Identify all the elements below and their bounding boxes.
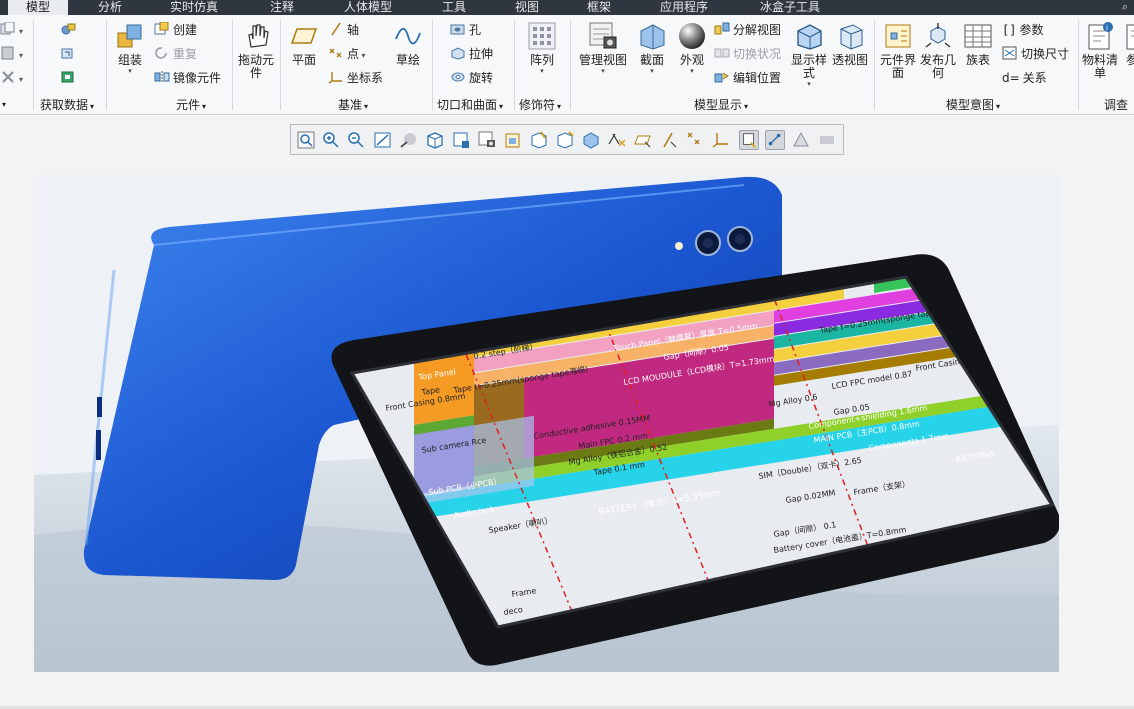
graphics-viewport[interactable]: 0.2 step（阶梯） Touch Panel（触摸屏）厚度 T=0.5mm … [34,175,1059,672]
ribbon-tab-bar: 模型 分析 实时仿真 注释 人体模型 工具 视图 框架 应用程序 冰盒子工具 ⌕ [0,0,1134,15]
appearance-gallery-icon[interactable] [581,130,601,150]
repeat-button[interactable]: 重复 [154,45,197,63]
repaint-icon[interactable] [373,130,393,150]
delete-icon[interactable]: ▾ [0,69,23,87]
group-cut-surface-label: 切口和曲面 ▾ [437,98,504,112]
tab-tools[interactable]: 工具 [442,0,466,15]
user-defined-feature-icon[interactable] [60,21,79,39]
group-modifiers-label: 修饰符 ▾ [519,98,562,112]
family-table-button[interactable]: 族表 [956,21,1000,67]
parameters-button[interactable]: [] 参数 [1002,21,1043,39]
point-display-icon[interactable] [685,130,705,150]
tab-annotate[interactable]: 注释 [270,0,294,15]
mirror-component-button[interactable]: 镜像元件 [154,69,221,87]
assemble-button[interactable]: 组装 ▾ [108,21,152,75]
appearance-button[interactable]: 外观 ▾ [670,21,714,75]
publish-geometry-button[interactable]: 发布几何 [916,21,960,80]
group-components-label: 元件 ▾ [176,98,207,112]
coordinate-system-button[interactable]: 坐标系 [328,69,383,87]
display-style-icon[interactable] [425,130,445,150]
pattern-button[interactable]: 阵列 ▾ [520,21,564,75]
manage-views-button[interactable]: 管理视图 ▾ [578,21,628,75]
tab-icebox-tools[interactable]: 冰盒子工具 [760,0,820,15]
saved-orientations-icon[interactable] [451,130,471,150]
perspective-button[interactable]: 透视图 [830,21,870,67]
explode-icon[interactable] [555,130,575,150]
csys-display-icon[interactable] [711,130,731,150]
graphics-toolbar [290,124,844,155]
group-get-data-label: 获取数据 ▾ [40,98,95,112]
copy-icon[interactable]: ▾ [0,21,23,39]
display-style-button[interactable]: 显示样式 ▾ [786,21,832,88]
app-window: 模型 分析 实时仿真 注释 人体模型 工具 视图 框架 应用程序 冰盒子工具 ⌕… [0,0,1134,709]
relations-button[interactable]: d= 关系 [1002,69,1047,87]
component-interface-button[interactable]: 元件界面 [876,21,920,80]
bom-button[interactable]: i 物料清单 [1080,21,1120,80]
tab-human-model[interactable]: 人体模型 [344,0,392,15]
tab-analysis[interactable]: 分析 [98,0,122,15]
plane-button[interactable]: 平面 [282,21,326,67]
zoom-in-icon[interactable] [321,130,341,150]
toggle-status-button[interactable]: 切换状况 [714,45,781,63]
paste-icon[interactable]: ▾ [0,45,23,63]
edit-position-button[interactable]: 编辑位置 [714,69,781,87]
group-operations-label: ▾ [2,100,7,109]
annotation-display-icon[interactable] [607,130,627,150]
revolve-button[interactable]: 旋转 [450,69,493,87]
orient-mode-icon[interactable] [765,130,785,150]
tab-applications[interactable]: 应用程序 [660,0,708,15]
sketch-button[interactable]: 草绘 [386,21,430,67]
reference-viewer-button[interactable]: 参考 [1118,21,1134,67]
point-button[interactable]: 点 ▾ [328,45,366,63]
drag-component-button[interactable]: 拖动元件 [234,21,278,80]
shrinkwrap-icon[interactable] [60,69,79,87]
group-datum-label: 基准 ▾ [338,98,369,112]
extrude-button[interactable]: 拉伸 [450,45,493,63]
plane-display-icon[interactable] [633,130,653,150]
tab-framework[interactable]: 框架 [587,0,611,15]
section-button[interactable]: 截面 ▾ [630,21,674,75]
group-model-intent-label: 模型意图 ▾ [946,98,1001,112]
create-button[interactable]: 创建 [154,21,197,39]
axis-display-icon[interactable] [659,130,679,150]
view-manager-icon[interactable] [477,130,497,150]
hole-button[interactable]: 孔 [450,21,481,39]
axis-button[interactable]: 轴 [328,21,359,39]
tab-model[interactable]: 模型 [8,0,69,15]
perspective-view-icon[interactable] [503,130,523,150]
zoom-out-icon[interactable] [346,130,366,150]
help-icon[interactable]: ⌕ [1122,0,1128,14]
group-model-display-label: 模型显示 ▾ [694,98,749,112]
group-investigate-label: 调查 [1104,98,1129,112]
simplified-rep-icon[interactable] [791,130,811,150]
spin-center-icon[interactable] [739,130,759,150]
copy-geometry-icon[interactable] [60,45,79,63]
section-view-icon[interactable] [529,130,549,150]
shading-icon[interactable] [399,130,419,150]
ribbon: ▾ ▾ ▾ ▾ 获取数据 ▾ 组装 ▾ 创建 重复 镜像元件 元件 ▾ 拖动元件… [0,15,1134,115]
hidden-line-icon[interactable] [817,130,837,150]
tab-realtime-simulation[interactable]: 实时仿真 [170,0,218,15]
svg-text:i: i [1106,24,1108,32]
tab-view[interactable]: 视图 [515,0,539,15]
switch-dimensions-button[interactable]: 切换尺寸 [1002,45,1069,63]
explode-view-button[interactable]: 分解视图 [714,21,781,39]
viewport-render: 0.2 step（阶梯） Touch Panel（触摸屏）厚度 T=0.5mm … [34,175,1059,672]
refit-icon[interactable] [296,130,316,150]
